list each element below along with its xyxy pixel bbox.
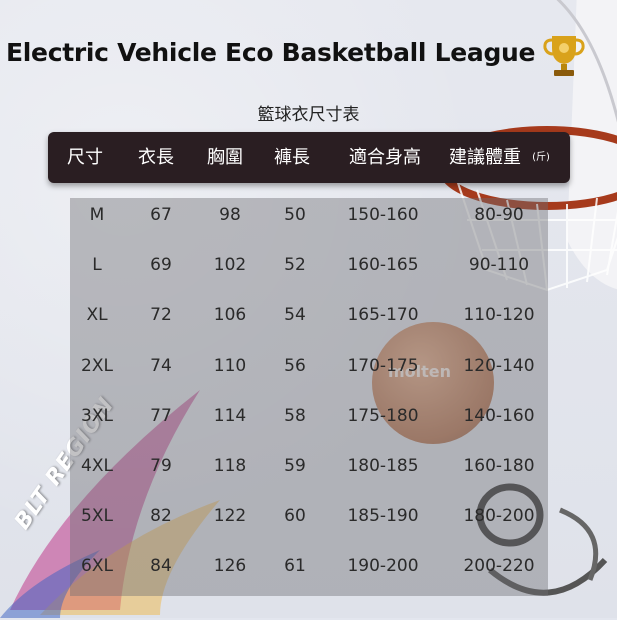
- cell-length: 69: [150, 255, 172, 276]
- cell-weight: 120-140: [463, 355, 535, 376]
- header-height: 適合身高: [349, 147, 421, 168]
- table-row: 5XL 82 122 60 185-190 180-200: [0, 501, 617, 531]
- trophy-icon: [543, 36, 585, 76]
- cell-weight: 80-90: [474, 205, 524, 225]
- cell-pants-length: 58: [284, 405, 306, 426]
- table-row: 6XL 84 126 61 190-200 200-220: [0, 551, 617, 581]
- cell-size: 3XL: [81, 405, 113, 426]
- cell-pants-length: 54: [284, 305, 306, 326]
- cell-chest: 102: [213, 255, 247, 276]
- cell-weight: 180-200: [463, 506, 535, 527]
- header-weight-unit: (斤): [532, 152, 550, 163]
- cell-chest: 98: [219, 205, 241, 225]
- cell-length: 82: [150, 506, 172, 527]
- cell-pants-length: 60: [284, 506, 306, 527]
- cell-size: L: [92, 255, 102, 276]
- cell-height: 180-185: [347, 456, 419, 476]
- cell-chest: 106: [213, 305, 247, 326]
- cell-size: 4XL: [81, 456, 113, 476]
- cell-size: M: [89, 205, 105, 225]
- cell-chest: 122: [213, 506, 247, 527]
- header-size: 尺寸: [67, 147, 103, 168]
- size-table-header: 尺寸 衣長 胸圍 褲長 適合身高 建議體重 (斤): [48, 132, 570, 183]
- cell-chest: 126: [213, 556, 247, 577]
- cell-weight: 160-180: [463, 456, 535, 476]
- cell-height: 165-170: [347, 305, 419, 326]
- cell-pants-length: 59: [284, 456, 306, 476]
- cell-height: 160-165: [347, 255, 419, 276]
- header-pants-length: 褲長: [274, 147, 310, 168]
- cell-height: 175-180: [347, 405, 419, 426]
- cell-length: 84: [150, 556, 172, 577]
- cell-weight: 140-160: [463, 405, 535, 426]
- table-row: 4XL 79 118 59 180-185 160-180: [0, 451, 617, 481]
- cell-chest: 114: [213, 405, 247, 426]
- cell-size: 6XL: [81, 556, 113, 577]
- cell-length: 74: [150, 355, 172, 376]
- cell-length: 77: [150, 405, 172, 426]
- cell-size: 2XL: [81, 355, 113, 376]
- cell-height: 150-160: [347, 205, 419, 225]
- table-row: 2XL 74 110 56 170-175 120-140: [0, 351, 617, 381]
- cell-length: 72: [150, 305, 172, 326]
- cell-chest: 110: [213, 355, 247, 376]
- chart-subtitle: 籃球衣尺寸表: [257, 105, 360, 125]
- table-row: L 69 102 52 160-165 90-110: [0, 250, 617, 280]
- cell-chest: 118: [213, 456, 247, 476]
- cell-height: 170-175: [347, 355, 419, 376]
- cell-weight: 200-220: [463, 556, 535, 577]
- header-weight: 建議體重: [449, 147, 521, 168]
- header-chest: 胸圍: [207, 147, 243, 168]
- cell-height: 190-200: [347, 556, 419, 577]
- table-row: M 67 98 50 150-160 80-90: [0, 200, 617, 230]
- cell-length: 79: [150, 456, 172, 476]
- cell-pants-length: 56: [284, 355, 306, 376]
- page-title: Electric Vehicle Eco Basketball League: [6, 38, 536, 67]
- cell-size: XL: [86, 305, 108, 326]
- cell-size: 5XL: [81, 506, 113, 527]
- table-row: XL 72 106 54 165-170 110-120: [0, 300, 617, 330]
- cell-height: 185-190: [347, 506, 419, 527]
- table-row: 3XL 77 114 58 175-180 140-160: [0, 401, 617, 431]
- cell-pants-length: 50: [284, 205, 306, 225]
- cell-weight: 110-120: [463, 305, 535, 326]
- cell-weight: 90-110: [468, 255, 530, 276]
- header-length: 衣長: [138, 147, 174, 168]
- cell-pants-length: 61: [284, 556, 306, 577]
- cell-pants-length: 52: [284, 255, 306, 276]
- cell-length: 67: [150, 205, 172, 225]
